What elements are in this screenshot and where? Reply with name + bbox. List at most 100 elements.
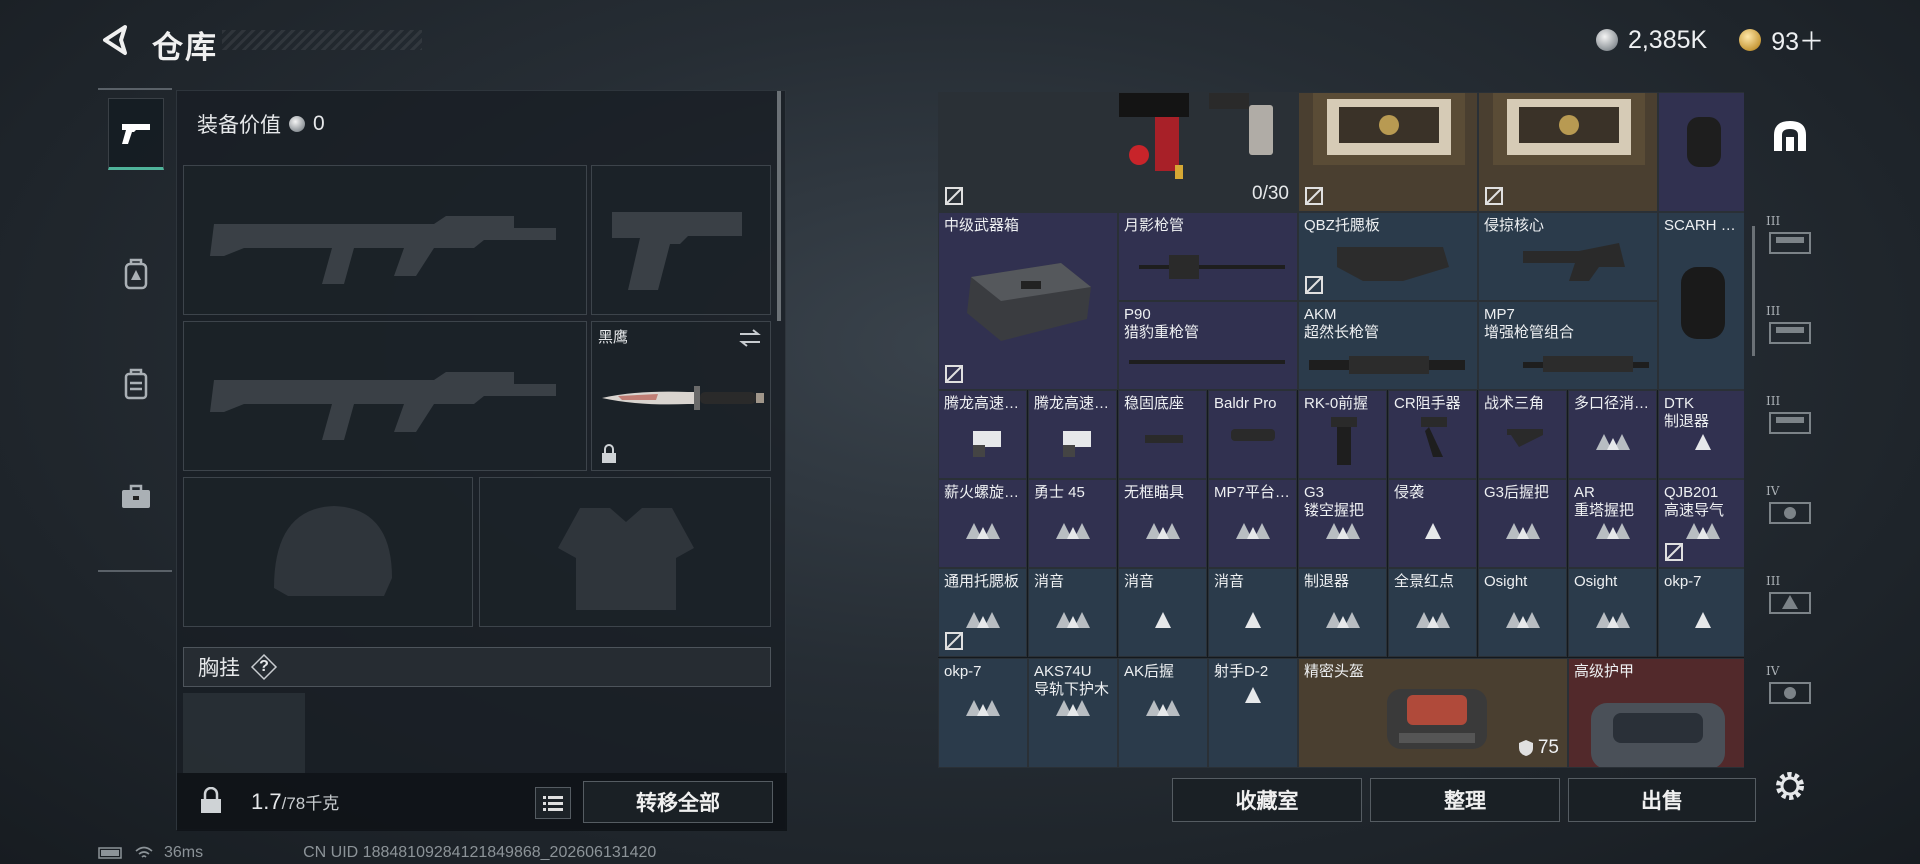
pistol-slot[interactable]: [591, 165, 771, 315]
weapon-item[interactable]: [938, 92, 1118, 212]
untradeable-icon: [945, 632, 963, 650]
angled-grip-icon: [1507, 429, 1543, 447]
tab-all[interactable]: [1764, 106, 1816, 166]
inventory-item[interactable]: 消音: [1118, 568, 1207, 657]
inventory-item[interactable]: 精密头盔 75: [1298, 658, 1568, 768]
tab-storage-3b[interactable]: III: [1764, 302, 1816, 362]
inventory-item[interactable]: G3 镂空握把: [1298, 479, 1387, 568]
nav-vest[interactable]: [108, 348, 164, 420]
item-subname: 镂空握把: [1304, 502, 1365, 519]
sort-button[interactable]: 整理: [1370, 778, 1560, 822]
inventory-item[interactable]: 战术三角: [1478, 390, 1567, 479]
inventory-item[interactable]: 通用托腮板: [938, 568, 1027, 657]
nav-case[interactable]: [108, 460, 164, 532]
inventory-item[interactable]: 高级护甲: [1568, 658, 1744, 768]
inventory-item[interactable]: 全景红点: [1388, 568, 1477, 657]
inventory-item[interactable]: 射手D-2: [1208, 658, 1298, 768]
inventory-item[interactable]: QBZ托腮板: [1298, 212, 1478, 301]
sell-button[interactable]: 出售: [1568, 778, 1756, 822]
inventory-item[interactable]: AKS74U 导轨下护木: [1028, 658, 1118, 768]
inventory-item[interactable]: 侵掠核心: [1478, 212, 1658, 301]
settings-button[interactable]: [1768, 764, 1812, 808]
inventory-item[interactable]: okp-7: [1658, 568, 1744, 657]
inventory-item[interactable]: 无框瞄具: [1118, 479, 1207, 568]
item-name: 战术三角: [1484, 395, 1545, 412]
inventory-item[interactable]: G3后握把: [1478, 479, 1567, 568]
melee-slot[interactable]: 黑鹰: [591, 321, 771, 471]
inventory-item[interactable]: 中级武器箱: [938, 212, 1118, 390]
helmet-slot[interactable]: [183, 477, 473, 627]
inventory-item[interactable]: Osight: [1478, 568, 1567, 657]
crate-item[interactable]: [1298, 92, 1478, 212]
rarity-icon: [1154, 612, 1171, 629]
inventory-item[interactable]: MP7平台枪管: [1208, 479, 1297, 568]
inventory-scrollbar[interactable]: [1752, 226, 1755, 356]
inventory-item[interactable]: okp-7: [938, 658, 1028, 768]
item-name: AKS74U: [1034, 663, 1092, 680]
inventory-item[interactable]: QJB201 高速导气: [1658, 479, 1744, 568]
inventory-item[interactable]: Osight: [1568, 568, 1657, 657]
inventory-item[interactable]: AR 重塔握把: [1568, 479, 1657, 568]
inventory-item[interactable]: AKM 超然长枪管: [1298, 301, 1478, 390]
chest-help-mark: ?: [259, 658, 269, 675]
inventory-item[interactable]: 月影枪管: [1118, 212, 1298, 301]
inventory-item[interactable]: DTK 制退器: [1658, 390, 1744, 479]
armor-slot[interactable]: [479, 477, 771, 627]
tab-storage-4a[interactable]: IV: [1764, 482, 1816, 542]
secondary-weapon-slot[interactable]: [183, 321, 587, 471]
item-name: 无框瞄具: [1124, 484, 1185, 501]
list-view-button[interactable]: [535, 787, 571, 819]
collection-room-button[interactable]: 收藏室: [1172, 778, 1362, 822]
inventory-item[interactable]: 消音: [1028, 568, 1117, 657]
weapon-item-main[interactable]: 0/30: [1118, 92, 1298, 212]
inventory-item[interactable]: 薪火螺旋枪管: [938, 479, 1027, 568]
chest-help-button[interactable]: ?: [250, 653, 278, 681]
back-button[interactable]: [96, 20, 136, 60]
briefcase-icon: [122, 484, 150, 508]
item-name: QJB201: [1664, 484, 1719, 501]
primary-weapon-slot[interactable]: [183, 165, 587, 315]
item-subname: 增强枪管组合: [1484, 324, 1575, 341]
gold-amount[interactable]: 93＋: [1771, 22, 1824, 58]
inventory-item[interactable]: RK-0前握: [1298, 390, 1387, 479]
title-decoration: [222, 30, 422, 50]
barrel-icon: [1139, 255, 1285, 279]
tab-storage-3a[interactable]: III: [1764, 212, 1816, 272]
item-name: 勇士 45: [1034, 484, 1085, 501]
inventory-item[interactable]: 腾龙高速弹匣: [1028, 390, 1117, 479]
transfer-all-button[interactable]: 转移全部: [583, 781, 773, 823]
inventory-item[interactable]: MP7 增强枪管组合: [1478, 301, 1658, 390]
item-name: 消音: [1124, 573, 1155, 590]
inventory-item[interactable]: P90 猎豹重枪管: [1118, 301, 1298, 390]
inventory-item[interactable]: 稳固底座: [1118, 390, 1207, 479]
magazine-item[interactable]: [1658, 92, 1744, 212]
inventory-item[interactable]: 侵袭: [1388, 479, 1477, 568]
swap-icon[interactable]: [738, 328, 762, 348]
ammo-counter: 0/30: [1252, 183, 1289, 204]
inventory-item[interactable]: SCARH 弹匣: [1658, 212, 1744, 390]
inventory-item[interactable]: AK后握: [1118, 658, 1208, 768]
nav-weapons[interactable]: [108, 98, 164, 170]
inventory-item[interactable]: Baldr Pro: [1208, 390, 1297, 479]
rack-icon: [1769, 412, 1811, 434]
laser-icon: [1231, 429, 1275, 441]
crate-item[interactable]: [1478, 92, 1658, 212]
tab-storage-3d[interactable]: III: [1764, 572, 1816, 632]
rarity-icon: [1505, 612, 1540, 629]
inventory-item[interactable]: CR阻手器: [1388, 390, 1477, 479]
inventory-item[interactable]: 腾龙高速弹匣: [938, 390, 1027, 479]
left-scrollbar[interactable]: [777, 91, 781, 321]
chest-rig-slot[interactable]: [183, 693, 305, 773]
inventory-item[interactable]: 多口径消音器: [1568, 390, 1657, 479]
nav-backpack[interactable]: [108, 238, 164, 310]
tab-storage-3c[interactable]: III: [1764, 392, 1816, 452]
shield-icon: [1518, 740, 1533, 756]
inventory-item[interactable]: 勇士 45: [1028, 479, 1117, 568]
rarity-icon: [1245, 686, 1261, 703]
item-subname: 导轨下护木: [1034, 681, 1110, 698]
lock-toggle-button[interactable]: [191, 781, 231, 821]
inventory-item[interactable]: 消音: [1208, 568, 1297, 657]
tab-storage-4b[interactable]: IV: [1764, 662, 1816, 722]
inventory-item[interactable]: 制退器: [1298, 568, 1387, 657]
rarity-icon: [1505, 523, 1540, 540]
